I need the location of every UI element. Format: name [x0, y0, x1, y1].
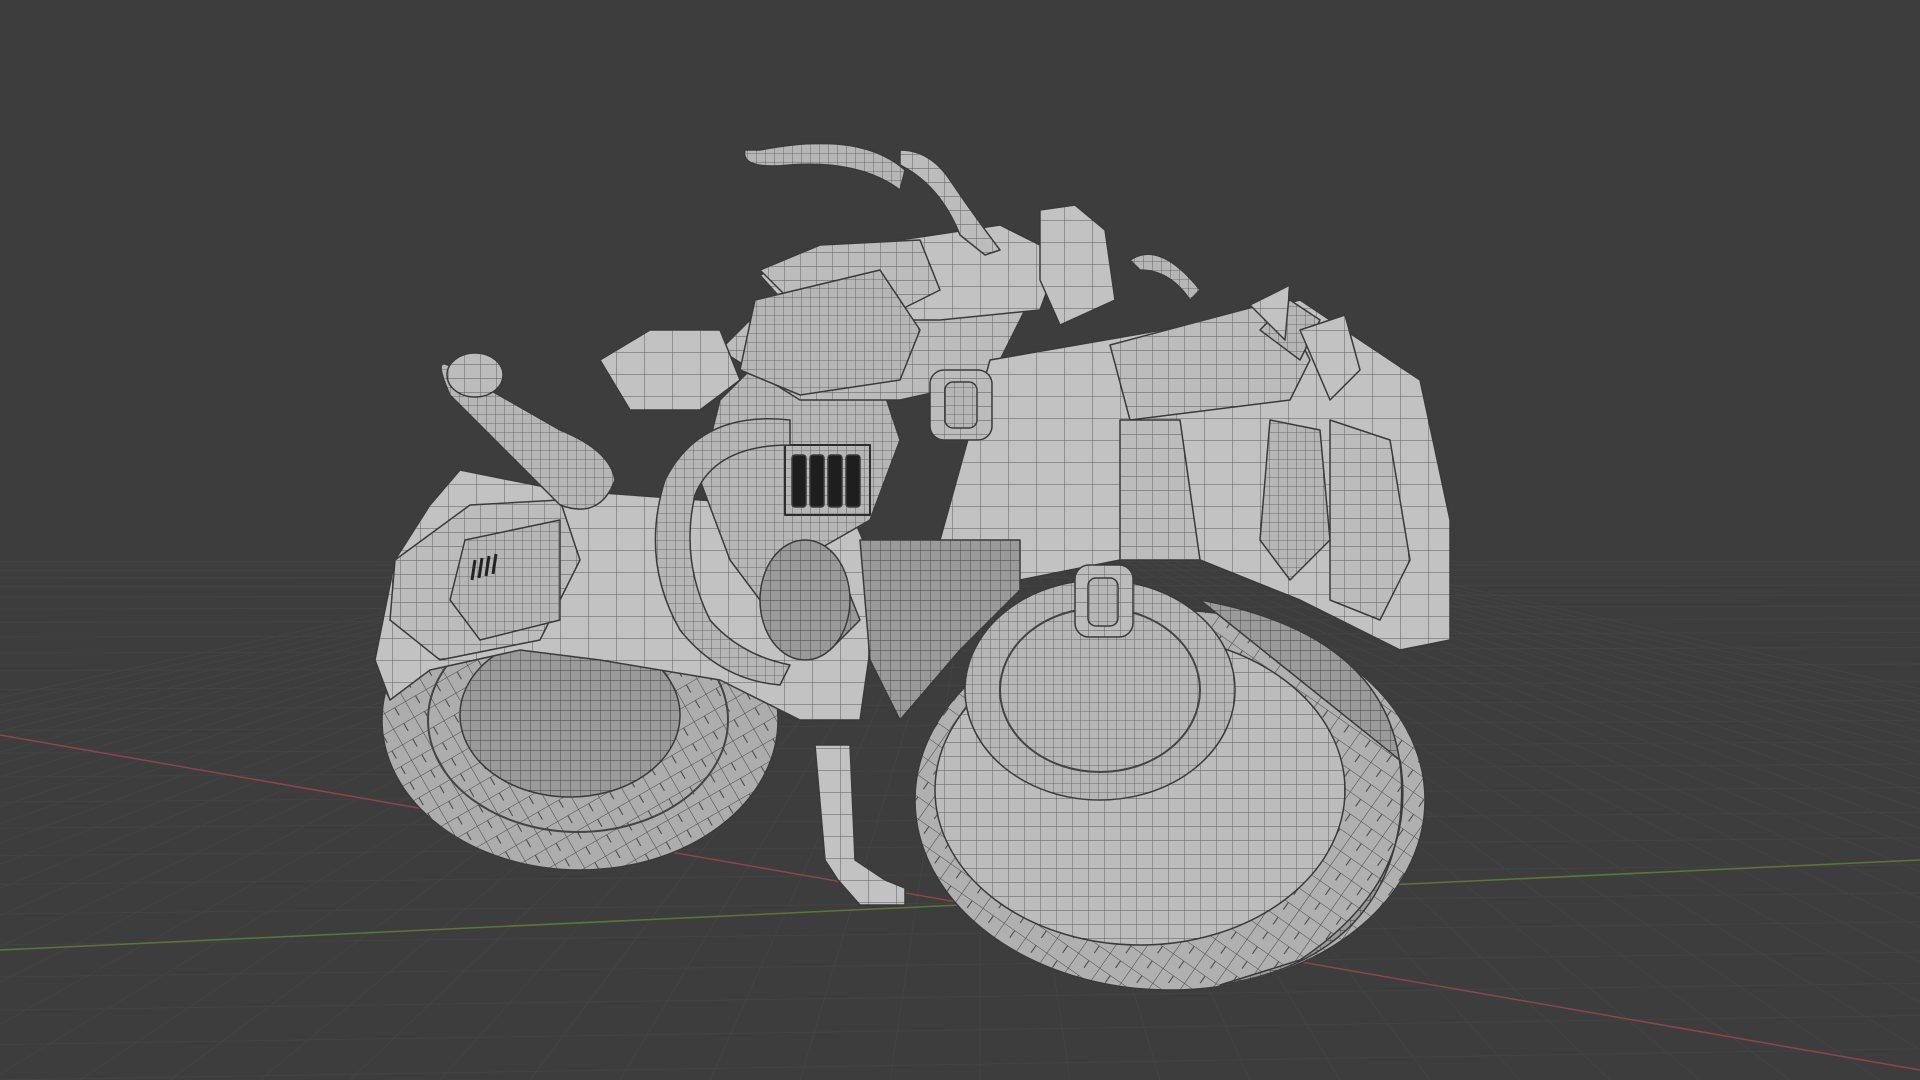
grid-line: [0, 681, 1920, 690]
grid-line: [0, 951, 1920, 978]
model-object[interactable]: [374, 142, 1451, 991]
3d-viewport[interactable]: [0, 0, 1920, 1080]
grid-line: [0, 982, 1920, 1011]
kickstand-icon[interactable]: [814, 744, 906, 906]
grid-line: [0, 1048, 1920, 1080]
viewport-canvas[interactable]: [0, 0, 1920, 1080]
front-wheel-icon[interactable]: [914, 579, 1426, 991]
